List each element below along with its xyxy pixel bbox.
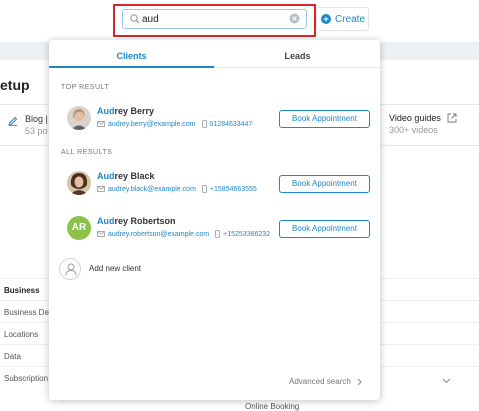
create-button-label: Create	[335, 13, 366, 25]
client-name-rest: rey Robertson	[114, 216, 176, 226]
sidebar-item-label: Data	[4, 352, 21, 361]
book-appointment-button[interactable]: Book Appointment	[279, 110, 370, 128]
phone-icon	[215, 230, 221, 238]
client-name[interactable]: Audrey Black	[97, 171, 155, 181]
tab-clients[interactable]: Clients	[49, 40, 214, 68]
blog-title: Blog |	[25, 114, 48, 124]
client-email: audrey.robertson@example.com	[108, 230, 210, 238]
plus-icon: +	[321, 14, 331, 24]
book-appointment-button[interactable]: Book Appointment	[279, 175, 370, 193]
client-contact: audrey.robertson@example.com +1525336623…	[97, 230, 270, 238]
chevron-right-icon	[357, 378, 362, 385]
sidebar-item-label: Business Det	[4, 308, 52, 317]
external-link-icon	[447, 113, 457, 123]
search-input[interactable]	[142, 11, 282, 27]
sidebar-item-label: Business	[4, 286, 40, 295]
client-name-match: Aud	[97, 106, 115, 116]
client-name-match: Aud	[97, 216, 115, 226]
chevron-down-icon[interactable]	[442, 378, 451, 384]
email-icon	[97, 186, 105, 192]
sidebar-item-label: Locations	[4, 330, 39, 339]
client-contact: audrey.berry@example.com 01284633447	[97, 120, 252, 128]
client-name-rest: rey Black	[114, 171, 155, 181]
all-results-label: ALL RESULTS	[61, 149, 113, 156]
phone-icon	[201, 120, 207, 128]
user-icon	[65, 263, 77, 276]
video-guides-subtitle: 300+ videos	[389, 125, 438, 135]
tab-leads[interactable]: Leads	[215, 40, 380, 68]
search-field[interactable]	[122, 9, 307, 29]
create-button[interactable]: + Create	[316, 7, 369, 31]
client-result[interactable]: Audrey Black audrey.black@example.com +1…	[49, 166, 380, 202]
clear-search-icon[interactable]	[289, 13, 300, 24]
top-result-label: TOP RESULT	[61, 84, 110, 91]
client-result[interactable]: Audrey Berry audrey.berry@example.com 01…	[49, 101, 380, 137]
search-icon	[130, 14, 140, 24]
client-name[interactable]: Audrey Berry	[97, 106, 154, 116]
avatar	[67, 106, 91, 130]
video-guides-link[interactable]: Video guides 300+ videos	[389, 113, 457, 135]
add-new-client[interactable]: Add new client	[59, 258, 259, 280]
client-email: audrey.black@example.com	[108, 185, 196, 193]
blog-subtitle: 53 po	[25, 126, 48, 136]
email-icon	[97, 121, 105, 127]
phone-icon	[202, 185, 207, 193]
book-appointment-button[interactable]: Book Appointment	[279, 220, 370, 238]
avatar: AR	[67, 216, 91, 240]
search-results-dropdown: Clients Leads TOP RESULT Audrey Berry au…	[49, 40, 380, 400]
online-booking-label: Online Booking	[245, 402, 300, 411]
client-name-match: Aud	[97, 171, 115, 181]
client-name[interactable]: Audrey Robertson	[97, 216, 176, 226]
client-email: audrey.berry@example.com	[108, 120, 196, 128]
advanced-search-label: Advanced search	[289, 377, 351, 386]
advanced-search-link[interactable]: Advanced search	[289, 377, 362, 386]
results-tabs: Clients Leads	[49, 40, 380, 68]
client-phone: +15854663555	[209, 185, 257, 193]
email-icon	[97, 231, 105, 237]
avatar	[67, 171, 91, 195]
add-new-client-label: Add new client	[89, 264, 142, 273]
page-heading: etup	[0, 77, 30, 93]
client-phone: +15253366232	[223, 230, 271, 238]
client-contact: audrey.black@example.com +15854663555	[97, 185, 257, 193]
add-client-avatar	[59, 258, 81, 280]
client-result[interactable]: AR Audrey Robertson audrey.robertson@exa…	[49, 211, 380, 247]
video-guides-title: Video guides	[389, 113, 441, 123]
client-phone: 01284633447	[209, 120, 253, 128]
client-name-rest: rey Berry	[114, 106, 155, 116]
pencil-icon	[8, 116, 18, 126]
sidebar-item-label: Subscription	[4, 374, 49, 383]
